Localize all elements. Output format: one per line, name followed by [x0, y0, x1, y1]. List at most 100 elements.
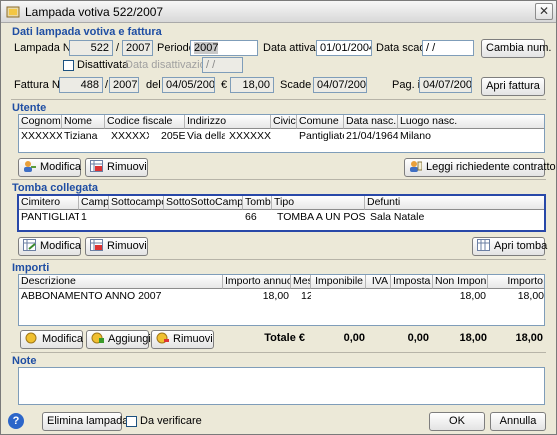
pagato-field: 04/07/2007: [419, 77, 472, 93]
pagato-label: Pag. il: [392, 79, 423, 91]
cell-importo-annuo[interactable]: 18,00: [223, 290, 291, 303]
cell-indirizzo-name[interactable]: XXXXXX: [227, 130, 271, 143]
utente-rimuovi-button[interactable]: Rimuovi: [85, 158, 148, 177]
column-header-comune[interactable]: Comune: [297, 115, 344, 129]
cell-descrizione[interactable]: ABBONAMENTO ANNO 2007: [19, 290, 223, 303]
help-icon[interactable]: ?: [8, 413, 24, 429]
divider: [11, 352, 546, 353]
importi-grid[interactable]: Descrizione Importo annuo Mesi Imponibil…: [18, 274, 545, 326]
ok-button[interactable]: OK: [429, 412, 485, 431]
cell-codice-suffix[interactable]: 205E: [159, 130, 185, 143]
cell-cimitero[interactable]: PANTIGLIAT: [19, 211, 79, 224]
importi-rimuovi-button[interactable]: Rimuovi: [151, 330, 214, 349]
section-title-utente: Utente: [12, 102, 47, 114]
cell-importo[interactable]: 18,00: [488, 290, 544, 303]
lampada-votiva-window: Lampada votiva 522/2007 ✕ Dati lampada v…: [0, 0, 557, 435]
cell-comune[interactable]: Pantigliate: [297, 130, 344, 143]
apri-fattura-button[interactable]: Apri fattura: [481, 77, 545, 96]
data-scadenza-field[interactable]: / /: [422, 40, 474, 56]
utente-modifica-button[interactable]: Modifica: [18, 158, 81, 177]
scade-field: 04/07/2007: [313, 77, 367, 93]
column-header-nome[interactable]: Nome: [62, 115, 105, 129]
cell-tomba[interactable]: 66: [243, 211, 272, 224]
lampada-year-field: 2007: [122, 40, 153, 56]
cell-civico[interactable]: [271, 130, 297, 143]
column-header-defunti[interactable]: Defunti: [365, 196, 544, 210]
cell-defunti[interactable]: Sala Natale: [368, 211, 544, 224]
cambia-num-button[interactable]: Cambia num.: [481, 39, 551, 58]
column-header-imponibile[interactable]: Imponibile: [311, 275, 366, 289]
cell-sottocampo[interactable]: [109, 211, 164, 224]
lampada-number-label: Lampada N.: [14, 42, 74, 54]
column-header-cimitero[interactable]: Cimitero: [19, 196, 79, 210]
tomba-modifica-button[interactable]: Modifica: [18, 237, 81, 256]
disattivata-checkbox[interactable]: [63, 60, 74, 71]
title-bar[interactable]: Lampada votiva 522/2007 ✕: [1, 1, 556, 23]
column-header-sottocampo[interactable]: Sottocampo: [109, 196, 164, 210]
column-header-codice-fiscale[interactable]: Codice fiscale: [105, 115, 185, 129]
data-disattivazione-field: / /: [202, 57, 243, 73]
grid-edit-icon: [23, 239, 36, 251]
column-header-non-impon[interactable]: Non Impon.: [433, 275, 488, 289]
cell-luogo-nasc[interactable]: Milano: [398, 130, 544, 143]
periodo-field[interactable]: 2007: [190, 40, 258, 56]
cell-indirizzo[interactable]: Via della: [185, 130, 225, 143]
window-title: Lampada votiva 522/2007: [25, 5, 164, 19]
cell-data-nasc[interactable]: 21/04/1964: [344, 130, 398, 143]
cell-imponibile[interactable]: [311, 290, 366, 303]
column-header-cognome[interactable]: Cognome: [19, 115, 62, 129]
cell-iva[interactable]: [366, 290, 391, 303]
column-header-iva[interactable]: IVA: [366, 275, 391, 289]
column-header-importo[interactable]: Importo: [488, 275, 544, 289]
column-header-civico[interactable]: Civico: [271, 115, 297, 129]
cell-tipo[interactable]: TOMBA A UN POSTO: [275, 211, 365, 224]
cell-nome[interactable]: Tiziana: [62, 130, 105, 143]
column-header-luogo-nasc[interactable]: Luogo nasc.: [398, 115, 544, 129]
fattura-year-field: 2007: [109, 77, 139, 93]
column-header-sottosottocampo[interactable]: SottoSottoCampo: [164, 196, 243, 210]
cell-non-impon[interactable]: 18,00: [433, 290, 488, 303]
cell-imposta[interactable]: [391, 290, 433, 303]
cell-mesi[interactable]: 12: [299, 290, 311, 303]
coin-edit-icon: [25, 332, 37, 344]
column-header-data-nasc[interactable]: Data nasc.: [344, 115, 398, 129]
da-verificare-checkbox[interactable]: [126, 416, 137, 427]
totale-iva: 0,00: [407, 332, 429, 344]
importi-aggiungi-button[interactable]: Aggiungi: [86, 330, 151, 349]
lamp-icon: [6, 6, 20, 18]
utente-grid[interactable]: Cognome Nome Codice fiscale Indirizzo Ci…: [18, 114, 545, 153]
tomba-grid[interactable]: Cimitero Campo Sottocampo SottoSottoCamp…: [17, 194, 546, 232]
tomba-rimuovi-button[interactable]: Rimuovi: [85, 237, 148, 256]
column-header-indirizzo[interactable]: Indirizzo: [185, 115, 271, 129]
contract-reader-icon: [410, 161, 422, 172]
data-attivazione-field[interactable]: 01/01/2004: [316, 40, 372, 56]
lampada-number-field: 522: [69, 40, 113, 56]
elimina-lampada-button[interactable]: Elimina lampada: [42, 412, 128, 431]
divider: [11, 179, 546, 180]
cell-cognome[interactable]: XXXXXX: [19, 130, 62, 143]
divider: [11, 259, 546, 260]
column-header-descrizione[interactable]: Descrizione: [19, 275, 223, 289]
cell-sottosottocampo[interactable]: [164, 211, 243, 224]
column-header-tomba[interactable]: Tomba: [243, 196, 272, 210]
disattivata-label: Disattivata: [77, 59, 129, 71]
close-button[interactable]: ✕: [535, 3, 553, 20]
annulla-button[interactable]: Annulla: [490, 412, 546, 431]
column-header-importo-annuo[interactable]: Importo annuo: [223, 275, 291, 289]
column-header-mesi[interactable]: Mesi: [291, 275, 311, 289]
totale-imponibile: 0,00: [343, 332, 365, 344]
cell-codice-fiscale[interactable]: XXXXXX: [109, 130, 149, 143]
column-header-campo[interactable]: Campo: [79, 196, 109, 210]
column-header-tipo[interactable]: Tipo: [272, 196, 365, 210]
column-header-imposta[interactable]: Imposta: [391, 275, 433, 289]
apri-tomba-button[interactable]: Apri tomba: [472, 237, 547, 256]
importi-modifica-button[interactable]: Modifica: [20, 330, 83, 349]
note-textarea[interactable]: [18, 367, 545, 405]
cell-campo[interactable]: 1: [79, 211, 109, 224]
tomb-open-icon: [477, 239, 490, 251]
divider: [11, 99, 546, 100]
leggi-richiedente-button[interactable]: Leggi richiedente contratto: [404, 158, 556, 177]
fattura-number-field: 488: [59, 77, 103, 93]
totale-non-impon: 18,00: [459, 332, 487, 344]
fattura-importo-field: 18,00: [230, 77, 274, 93]
